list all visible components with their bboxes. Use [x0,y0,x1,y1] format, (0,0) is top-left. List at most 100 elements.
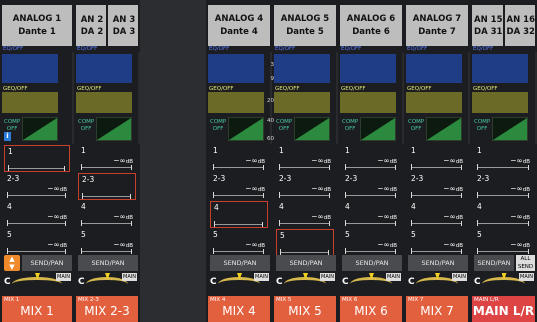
send-row[interactable]: 2-3 −∞dB [276,173,334,200]
comp-graph-button[interactable] [360,117,396,141]
channel-name-button[interactable]: AN 15 DA 31 AN 16 DA 32 [472,5,535,46]
send-level-slider[interactable] [411,164,462,170]
comp-graph-button[interactable] [22,117,58,141]
send-level-slider[interactable] [213,164,264,170]
send-row[interactable]: 4 −∞dB [408,201,466,228]
channel-name-button[interactable]: ANALOG 5 Dante 5 [274,5,336,46]
pan-control[interactable]: C MAIN [407,273,467,291]
send-level-slider[interactable] [411,192,462,198]
send-level-slider[interactable] [279,164,330,170]
send-level-slider[interactable] [345,220,396,226]
send-row[interactable]: 1 −∞dB [276,145,334,172]
pan-control[interactable]: C MAIN [77,273,137,291]
comp-graph-button[interactable] [294,117,330,141]
send-level-slider[interactable] [477,192,529,198]
send-row[interactable]: 2-3 −∞dB [210,173,268,200]
geq-graph-button[interactable] [274,92,330,113]
send-row[interactable]: 4 −∞dB [78,201,136,228]
send-level-slider[interactable] [82,193,131,199]
geq-graph-button[interactable] [76,92,132,113]
send-row[interactable]: 2-3 −∞dB [342,173,400,200]
send-row[interactable]: 2-3 −∞dB [408,173,466,200]
all-send-button[interactable]: ALL SEND [516,255,535,271]
pan-control[interactable]: C MAIN [341,273,401,291]
channel-name-button[interactable]: ANALOG 7 Dante 7 [406,5,468,46]
send-row[interactable]: 5 −∞dB [342,229,400,256]
send-level-slider[interactable] [81,248,132,254]
channel-name-button[interactable]: AN 2 DA 2 AN 3 DA 3 [76,5,138,46]
send-row[interactable]: 4 [210,201,268,228]
geq-graph-button[interactable] [2,92,58,113]
send-row[interactable]: 5 −∞dB [78,229,136,256]
pan-control[interactable]: C MAIN [3,273,71,291]
geq-graph-button[interactable] [472,92,528,113]
send-row[interactable]: 1 −∞dB [474,145,533,172]
send-row[interactable]: 4 −∞dB [276,201,334,228]
send-level-slider[interactable] [81,164,132,170]
send-row[interactable]: 5 −∞dB [408,229,466,256]
send-pan-button[interactable]: SEND/PAN [22,255,72,271]
bus-assign-button[interactable]: MIX 7 MIX 7 [406,296,468,322]
send-row[interactable]: 2-3 [78,173,136,200]
send-row[interactable]: 4 −∞dB [342,201,400,228]
eq-graph-button[interactable] [472,54,528,83]
send-level-slider[interactable] [411,220,462,226]
send-row[interactable]: 1 −∞dB [408,145,466,172]
pan-control[interactable]: C MAIN [473,273,534,291]
send-level-slider[interactable] [477,220,529,226]
send-row[interactable]: 2-3 −∞dB [4,173,70,200]
send-row[interactable]: 1 [4,145,70,172]
channel-name-button[interactable]: ANALOG 1 Dante 1 [2,5,72,46]
comp-graph-button[interactable] [96,117,132,141]
send-level-slider[interactable] [213,248,264,254]
send-row[interactable]: 4 −∞dB [4,201,70,228]
send-pan-button[interactable]: SEND/PAN [276,255,336,271]
send-level-slider[interactable] [279,192,330,198]
bus-assign-button[interactable]: MIX 4 MIX 4 [208,296,270,322]
bus-assign-button[interactable]: MAIN L/R MAIN L/R [472,296,535,322]
comp-graph-button[interactable] [426,117,462,141]
channel-select-stepper[interactable]: ▲ ▼ [4,255,20,271]
send-row[interactable]: 4 −∞dB [474,201,533,228]
send-pan-button[interactable]: SEND/PAN [210,255,270,271]
send-level-slider[interactable] [345,164,396,170]
pan-control[interactable]: C MAIN [209,273,269,291]
send-row[interactable]: 5 −∞dB [474,229,533,256]
send-level-slider[interactable] [81,220,132,226]
geq-graph-button[interactable] [406,92,462,113]
channel-name-button[interactable]: ANALOG 4 Dante 4 [208,5,270,46]
info-icon[interactable]: i [4,132,11,141]
send-level-slider[interactable] [345,248,396,254]
send-level-slider[interactable] [477,248,529,254]
comp-graph-button[interactable] [228,117,264,141]
send-pan-button[interactable]: SEND/PAN [342,255,402,271]
bus-assign-button[interactable]: MIX 5 MIX 5 [274,296,336,322]
send-row[interactable]: 5 [276,229,334,256]
bus-assign-button[interactable]: MIX 6 MIX 6 [340,296,402,322]
eq-graph-button[interactable] [76,54,132,83]
send-row[interactable]: 5 −∞dB [210,229,268,256]
send-row[interactable]: 1 −∞dB [342,145,400,172]
send-level-slider[interactable] [279,220,330,226]
geq-graph-button[interactable] [340,92,396,113]
send-row[interactable]: 2-3 −∞dB [474,173,533,200]
send-level-slider[interactable] [8,165,65,171]
channel-name-button[interactable]: ANALOG 6 Dante 6 [340,5,402,46]
send-level-slider[interactable] [411,248,462,254]
send-pan-button[interactable]: SEND/PAN [474,255,514,271]
eq-graph-button[interactable] [406,54,462,83]
eq-graph-button[interactable] [340,54,396,83]
send-row[interactable]: 5 −∞dB [4,229,70,256]
send-row[interactable]: 1 −∞dB [210,145,268,172]
bus-assign-button[interactable]: MIX 2-3 MIX 2-3 [76,296,138,322]
send-level-slider[interactable] [7,192,66,198]
send-pan-button[interactable]: SEND/PAN [78,255,138,271]
send-level-slider[interactable] [280,249,329,255]
bus-assign-button[interactable]: MIX 1 MIX 1 [2,296,72,322]
eq-graph-button[interactable] [2,54,58,83]
comp-graph-button[interactable] [492,117,528,141]
send-level-slider[interactable] [213,192,264,198]
eq-graph-button[interactable] [274,54,330,83]
send-level-slider[interactable] [477,164,529,170]
send-level-slider[interactable] [345,192,396,198]
